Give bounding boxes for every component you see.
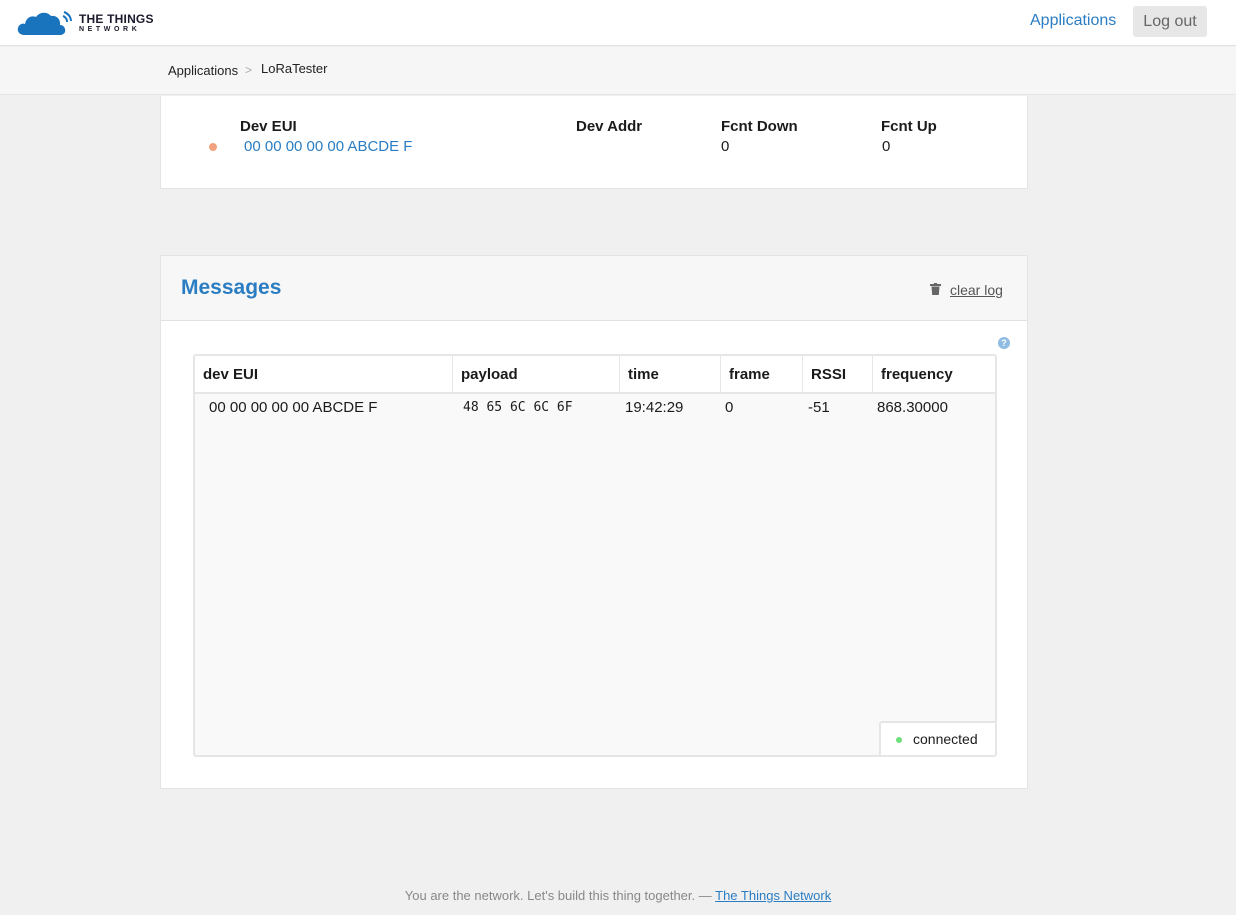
top-navbar: THE THINGS NETWORK Applications Log out: [0, 0, 1236, 46]
row-dev-eui[interactable]: 00 00 00 00 00 ABCDE F: [209, 399, 377, 416]
cloud-logo-icon: [17, 11, 72, 35]
col-frequency: frequency: [881, 366, 953, 383]
row-frame: 0: [725, 399, 734, 416]
col-rssi: RSSI: [803, 356, 873, 394]
row-rssi: -51: [808, 399, 830, 416]
col-frame: frame: [721, 356, 803, 394]
messages-title: Messages: [181, 276, 282, 299]
footer-ttn-link[interactable]: The Things Network: [715, 888, 831, 903]
footer-text: You are the network. Let's build this th…: [404, 888, 712, 903]
logo-line2: NETWORK: [79, 26, 141, 33]
fcnt-down-value: 0: [721, 138, 730, 155]
footer: You are the network. Let's build this th…: [0, 888, 1236, 903]
breadcrumb-separator: >: [245, 63, 253, 77]
col-dev-eui: dev EUI: [195, 356, 453, 394]
fcnt-up-header: Fcnt Up: [881, 118, 937, 135]
device-status-dot: [209, 143, 217, 151]
device-card: Dev EUI 00 00 00 00 00 ABCDE F Dev Addr …: [160, 96, 1028, 189]
logout-button[interactable]: Log out: [1133, 6, 1207, 37]
trash-icon[interactable]: [930, 283, 941, 295]
dev-eui-header: Dev EUI: [240, 118, 297, 135]
dev-eui-value[interactable]: 00 00 00 00 00 ABCDE F: [244, 138, 412, 155]
fcnt-down-header: Fcnt Down: [721, 118, 798, 135]
messages-header: Messages clear log: [161, 256, 1027, 321]
messages-card: Messages clear log ? dev EUI payload tim…: [160, 255, 1028, 789]
col-payload: payload: [453, 356, 620, 394]
row-frequency: 868.30000: [877, 399, 948, 416]
help-icon[interactable]: ?: [998, 337, 1010, 349]
logo-line1: THE THINGS: [79, 12, 154, 26]
dev-addr-header: Dev Addr: [576, 118, 643, 135]
connection-label: connected: [913, 731, 978, 747]
breadcrumb-current: LoRaTester: [261, 61, 328, 76]
logo-text: THE THINGS NETWORK: [79, 13, 154, 33]
row-time: 19:42:29: [625, 399, 684, 416]
ttn-logo[interactable]: THE THINGS NETWORK: [17, 9, 154, 37]
fcnt-up-value: 0: [882, 138, 891, 155]
breadcrumb-applications-link[interactable]: Applications: [168, 63, 238, 78]
breadcrumb: Applications > LoRaTester: [0, 47, 1236, 95]
col-time: time: [620, 356, 721, 394]
message-log[interactable]: dev EUI payload time frame RSSI frequenc…: [193, 354, 997, 757]
connection-status: connected: [879, 721, 995, 755]
message-log-header: dev EUI payload time frame RSSI frequenc…: [195, 356, 995, 394]
nav-applications-link[interactable]: Applications: [1030, 12, 1116, 30]
row-payload: 48 65 6C 6C 6F: [463, 400, 573, 415]
connection-dot: [896, 737, 902, 743]
clear-log-link[interactable]: clear log: [950, 282, 1003, 298]
